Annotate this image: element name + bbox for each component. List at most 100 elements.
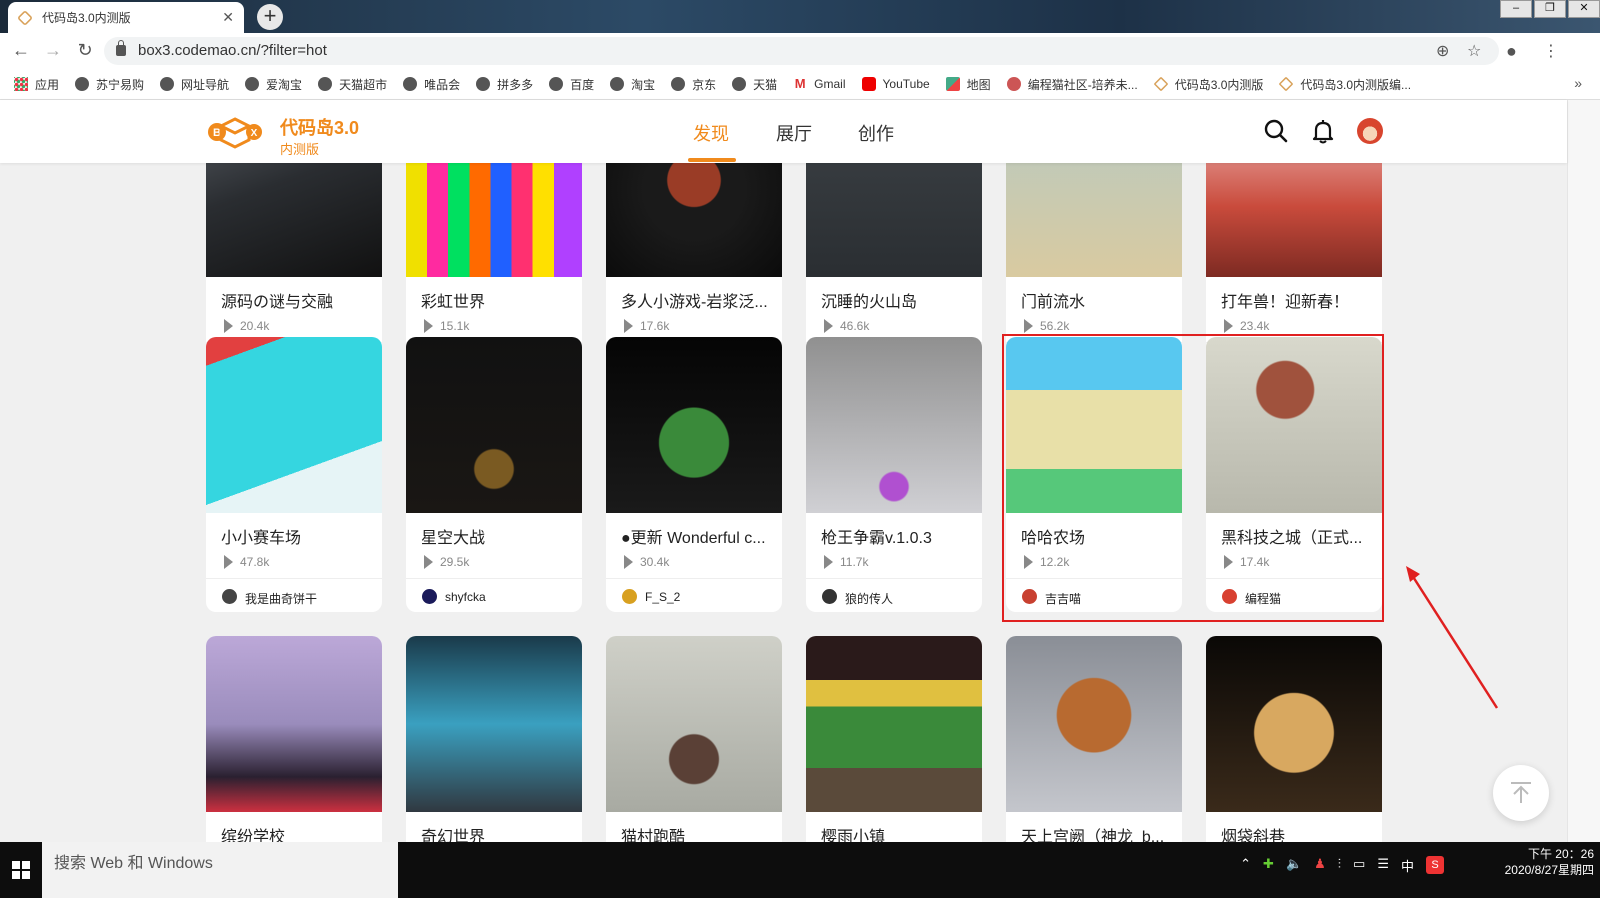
- author-name[interactable]: 吉吉喵: [1045, 590, 1081, 607]
- project-thumbnail[interactable]: [606, 636, 782, 812]
- author-name[interactable]: shyfcka: [445, 590, 486, 604]
- project-card[interactable]: 烟袋斜巷: [1206, 636, 1382, 842]
- nav-discover[interactable]: 发现: [693, 120, 729, 146]
- page-scrollbar[interactable]: [1567, 100, 1600, 842]
- project-thumbnail[interactable]: [1206, 636, 1382, 812]
- bell-icon[interactable]: [1310, 118, 1336, 144]
- author-avatar[interactable]: [1022, 589, 1037, 604]
- project-thumbnail[interactable]: [1206, 337, 1382, 513]
- project-thumbnail[interactable]: [1206, 163, 1382, 277]
- project-title[interactable]: 小小赛车场: [221, 524, 371, 548]
- tab-close-icon[interactable]: ✕: [222, 9, 234, 26]
- project-title[interactable]: 多人小游戏-岩浆泛...: [621, 288, 771, 312]
- forward-arrow-icon[interactable]: →: [42, 40, 64, 61]
- project-title[interactable]: 枪王争霸v.1.0.3: [821, 524, 971, 548]
- minimize-button[interactable]: –: [1500, 0, 1532, 18]
- project-thumbnail[interactable]: [606, 337, 782, 513]
- project-card[interactable]: 天上宫阙（神龙_b...: [1006, 636, 1182, 842]
- taskbar-clock[interactable]: 下午 20：26 2020/8/27星期四: [1505, 846, 1594, 878]
- project-title[interactable]: 源码の谜与交融: [221, 288, 371, 312]
- project-title[interactable]: 缤纷学校: [221, 823, 371, 842]
- bookmark-item[interactable]: 代码岛3.0内测版编...: [1278, 76, 1411, 93]
- bookmark-item[interactable]: YouTube: [861, 77, 930, 91]
- project-thumbnail[interactable]: [1006, 337, 1182, 513]
- author-name[interactable]: 狼的传人: [845, 590, 893, 607]
- back-arrow-icon[interactable]: ←: [10, 40, 32, 61]
- project-card[interactable]: 黑科技之城（正式... 17.4k 编程猫: [1206, 337, 1382, 612]
- project-thumbnail[interactable]: [406, 337, 582, 513]
- author-name[interactable]: 编程猫: [1245, 590, 1281, 607]
- bookmark-item[interactable]: 京东: [671, 76, 716, 93]
- project-thumbnail[interactable]: [1006, 163, 1182, 277]
- project-title[interactable]: 沉睡的火山岛: [821, 288, 971, 312]
- project-thumbnail[interactable]: [606, 163, 782, 277]
- project-title[interactable]: 打年兽！迎新春！: [1221, 288, 1371, 312]
- project-title[interactable]: 星空大战: [421, 524, 571, 548]
- bookmark-item[interactable]: 应用: [14, 76, 59, 93]
- battery-icon[interactable]: ▭: [1353, 856, 1365, 872]
- nav-create[interactable]: 创作: [858, 120, 894, 146]
- project-thumbnail[interactable]: [206, 163, 382, 277]
- back-to-top-button[interactable]: [1493, 765, 1549, 821]
- project-thumbnail[interactable]: [206, 337, 382, 513]
- nav-gallery[interactable]: 展厅: [776, 120, 812, 146]
- project-title[interactable]: 哈哈农场: [1021, 524, 1171, 548]
- project-thumbnail[interactable]: [806, 163, 982, 277]
- url-omnibox[interactable]: box3.codemao.cn/?filter=hot: [104, 37, 1499, 65]
- bookmark-item[interactable]: 拼多多: [476, 76, 533, 93]
- project-title[interactable]: 天上宫阙（神龙_b...: [1021, 823, 1171, 842]
- network-icon[interactable]: ⫶: [1338, 856, 1341, 872]
- project-card[interactable]: 猫村跑酷: [606, 636, 782, 842]
- project-card[interactable]: ●更新 Wonderful c... 30.4k F_S_2: [606, 337, 782, 612]
- author-name[interactable]: 我是曲奇饼干: [245, 590, 317, 607]
- project-card[interactable]: 星空大战 29.5k shyfcka: [406, 337, 582, 612]
- person-icon[interactable]: ♟: [1314, 856, 1326, 872]
- start-button[interactable]: [0, 842, 42, 898]
- bookmark-item[interactable]: 天猫超市: [318, 76, 387, 93]
- project-card[interactable]: 哈哈农场 12.2k 吉吉喵: [1006, 337, 1182, 612]
- project-title[interactable]: ●更新 Wonderful c...: [621, 524, 771, 548]
- project-thumbnail[interactable]: [806, 636, 982, 812]
- bookmark-item[interactable]: 淘宝: [610, 76, 655, 93]
- bookmark-item[interactable]: 唯品会: [403, 76, 460, 93]
- author-avatar[interactable]: [622, 589, 637, 604]
- project-thumbnail[interactable]: [1006, 636, 1182, 812]
- project-title[interactable]: 门前流水: [1021, 288, 1171, 312]
- notification-icon[interactable]: ☰: [1377, 856, 1389, 872]
- logo-title[interactable]: 代码岛3.0: [280, 114, 359, 140]
- bookmark-item[interactable]: 网址导航: [160, 76, 229, 93]
- restore-button[interactable]: ❐: [1534, 0, 1566, 18]
- green-plus-icon[interactable]: ✚: [1263, 856, 1274, 872]
- new-tab-button[interactable]: +: [257, 4, 283, 30]
- project-card[interactable]: 缤纷学校: [206, 636, 382, 842]
- author-avatar[interactable]: [1222, 589, 1237, 604]
- project-thumbnail[interactable]: [406, 636, 582, 812]
- bookmark-item[interactable]: 天猫: [732, 76, 777, 93]
- bookmark-star-icon[interactable]: ☆: [1467, 41, 1481, 61]
- sogou-icon[interactable]: S: [1426, 856, 1444, 874]
- bookmark-item[interactable]: M Gmail: [793, 77, 846, 92]
- menu-kebab-icon[interactable]: ⋮: [1543, 41, 1559, 61]
- bookmark-item[interactable]: 苏宁易购: [75, 76, 144, 93]
- project-thumbnail[interactable]: [806, 337, 982, 513]
- reload-icon[interactable]: ↻: [74, 40, 96, 61]
- project-title[interactable]: 黑科技之城（正式...: [1221, 524, 1371, 548]
- author-avatar[interactable]: [822, 589, 837, 604]
- search-icon[interactable]: [1263, 118, 1289, 144]
- profile-icon[interactable]: ●: [1506, 41, 1517, 62]
- box3-logo-icon[interactable]: B X: [207, 115, 263, 149]
- user-avatar[interactable]: [1357, 118, 1383, 144]
- project-title[interactable]: 猫村跑酷: [621, 823, 771, 842]
- close-window-button[interactable]: ✕: [1568, 0, 1600, 18]
- install-app-icon[interactable]: ⊕: [1436, 41, 1449, 61]
- chevron-up-icon[interactable]: ⌃: [1240, 856, 1251, 872]
- bookmark-item[interactable]: 爱淘宝: [245, 76, 302, 93]
- taskbar-search-input[interactable]: 搜索 Web 和 Windows: [42, 842, 398, 898]
- author-name[interactable]: F_S_2: [645, 590, 680, 604]
- author-avatar[interactable]: [422, 589, 437, 604]
- project-card[interactable]: 奇幻世界: [406, 636, 582, 842]
- project-thumbnail[interactable]: [406, 163, 582, 277]
- browser-tab[interactable]: 代码岛3.0内测版 ✕: [8, 2, 244, 33]
- author-avatar[interactable]: [222, 589, 237, 604]
- project-thumbnail[interactable]: [206, 636, 382, 812]
